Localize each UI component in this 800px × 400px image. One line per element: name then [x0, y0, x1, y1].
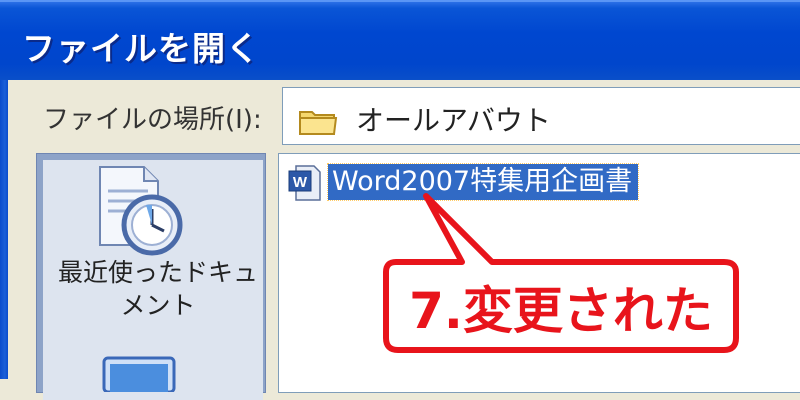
word-document-icon: W	[288, 165, 321, 201]
desktop-icon[interactable]	[100, 352, 180, 392]
dialog-title: ファイルを開く	[22, 29, 260, 68]
folder-icon	[299, 111, 338, 135]
svg-text:W: W	[293, 174, 308, 191]
window-frame-left	[0, 80, 8, 379]
annotation-text: 7.変更された	[409, 282, 713, 340]
recent-documents-label: 最近使ったドキュメント	[58, 258, 259, 320]
look-in-value: オールアバウト	[356, 104, 551, 137]
title-bar[interactable]: ファイルを開く	[0, 0, 800, 80]
look-in-label: ファイルの場所(I):	[43, 105, 262, 135]
recent-documents-icon[interactable]	[92, 165, 187, 260]
file-item-name[interactable]: Word2007特集用企画書	[326, 163, 640, 201]
